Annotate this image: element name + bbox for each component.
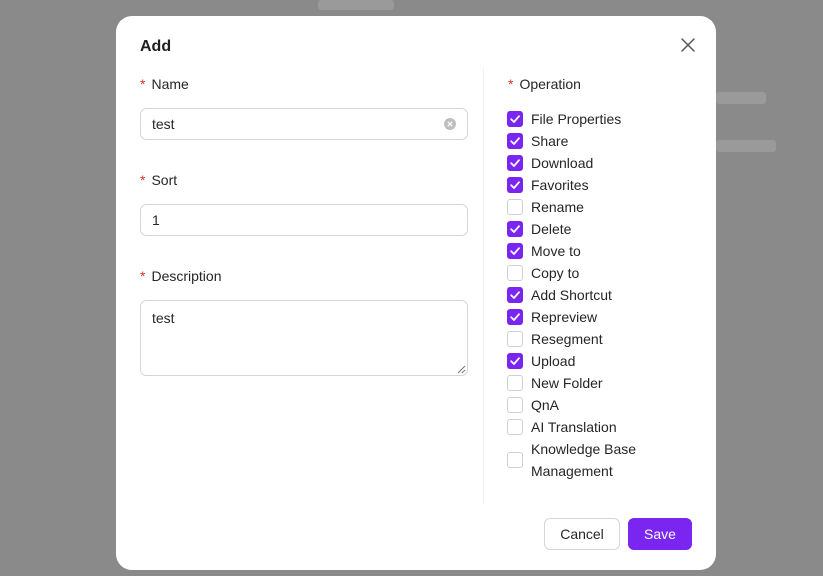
operation-option[interactable]: Rename	[507, 196, 707, 218]
background-text	[318, 0, 394, 10]
check-icon	[510, 247, 520, 255]
operation-option[interactable]: QnA	[507, 394, 707, 416]
operation-option[interactable]: Knowledge Base Management	[507, 438, 707, 482]
required-marker: *	[140, 172, 146, 188]
operation-option-label: Copy to	[531, 265, 580, 281]
operation-option[interactable]: AI Translation	[507, 416, 707, 438]
operation-option-label: AI Translation	[531, 419, 617, 435]
close-button[interactable]	[678, 35, 698, 55]
checkbox[interactable]	[507, 199, 523, 215]
check-icon	[510, 357, 520, 365]
check-icon	[510, 181, 520, 189]
description-textarea[interactable]: test	[140, 300, 468, 376]
name-label: * Name	[140, 76, 189, 92]
operation-option-label: Share	[531, 133, 569, 149]
operation-option[interactable]: Share	[507, 130, 707, 152]
add-dialog: Add * Name test * Sort 1 * Description test…	[116, 16, 716, 570]
checkbox[interactable]	[507, 452, 523, 468]
dialog-title: Add	[140, 38, 172, 55]
checkbox[interactable]	[507, 221, 523, 237]
check-icon	[510, 137, 520, 145]
operation-option[interactable]: Delete	[507, 218, 707, 240]
required-marker: *	[140, 76, 146, 92]
close-icon	[681, 38, 695, 52]
operation-option-label: Knowledge Base Management	[531, 441, 637, 479]
checkbox[interactable]	[507, 243, 523, 259]
operation-option[interactable]: File Properties	[507, 108, 707, 130]
check-icon	[510, 159, 520, 167]
check-icon	[510, 225, 520, 233]
checkbox[interactable]	[507, 309, 523, 325]
check-icon	[510, 115, 520, 123]
description-label: * Description	[140, 268, 222, 284]
checkbox[interactable]	[507, 397, 523, 413]
checkbox[interactable]	[507, 331, 523, 347]
check-icon	[510, 313, 520, 321]
operation-option-label: Delete	[531, 221, 572, 237]
resize-grip-icon[interactable]	[456, 364, 466, 374]
operation-option-label: QnA	[531, 397, 560, 413]
checkbox[interactable]	[507, 177, 523, 193]
operation-option-label: Favorites	[531, 177, 589, 193]
operation-option-label: Upload	[531, 353, 576, 369]
operation-option[interactable]: New Folder	[507, 372, 707, 394]
checkbox[interactable]	[507, 111, 523, 127]
operation-option-label: New Folder	[531, 375, 603, 391]
operation-option-label: Download	[531, 155, 594, 171]
sort-label: * Sort	[140, 172, 178, 188]
checkbox[interactable]	[507, 375, 523, 391]
operation-option[interactable]: Repreview	[507, 306, 707, 328]
operation-option-label: Repreview	[531, 309, 598, 325]
operation-option[interactable]: Copy to	[507, 262, 707, 284]
operation-option-label: Add Shortcut	[531, 287, 612, 303]
operation-checkbox-group: File Properties Share Download Favorites Ren…	[507, 108, 707, 482]
operation-option[interactable]: Download	[507, 152, 707, 174]
operation-option[interactable]: Upload	[507, 350, 707, 372]
column-divider	[483, 68, 484, 504]
operation-option-label: Resegment	[531, 331, 603, 347]
operation-option-label: Rename	[531, 199, 584, 215]
check-icon	[510, 291, 520, 299]
checkbox[interactable]	[507, 353, 523, 369]
operation-option-label: File Properties	[531, 111, 622, 127]
save-button[interactable]: Save	[628, 518, 692, 550]
clear-icon[interactable]	[444, 118, 456, 130]
checkbox[interactable]	[507, 155, 523, 171]
name-input[interactable]: test	[140, 108, 468, 140]
checkbox[interactable]	[507, 265, 523, 281]
required-marker: *	[508, 76, 514, 92]
required-marker: *	[140, 268, 146, 284]
checkbox[interactable]	[507, 419, 523, 435]
background-text	[716, 92, 766, 104]
operation-option[interactable]: Resegment	[507, 328, 707, 350]
operation-option[interactable]: Move to	[507, 240, 707, 262]
background-text	[716, 140, 776, 152]
checkbox[interactable]	[507, 287, 523, 303]
operation-option[interactable]: Add Shortcut	[507, 284, 707, 306]
cancel-button[interactable]: Cancel	[544, 518, 620, 550]
operation-label: * Operation	[508, 76, 581, 92]
operation-option-label: Move to	[531, 243, 581, 259]
sort-input[interactable]: 1	[140, 204, 468, 236]
operation-option[interactable]: Favorites	[507, 174, 707, 196]
checkbox[interactable]	[507, 133, 523, 149]
